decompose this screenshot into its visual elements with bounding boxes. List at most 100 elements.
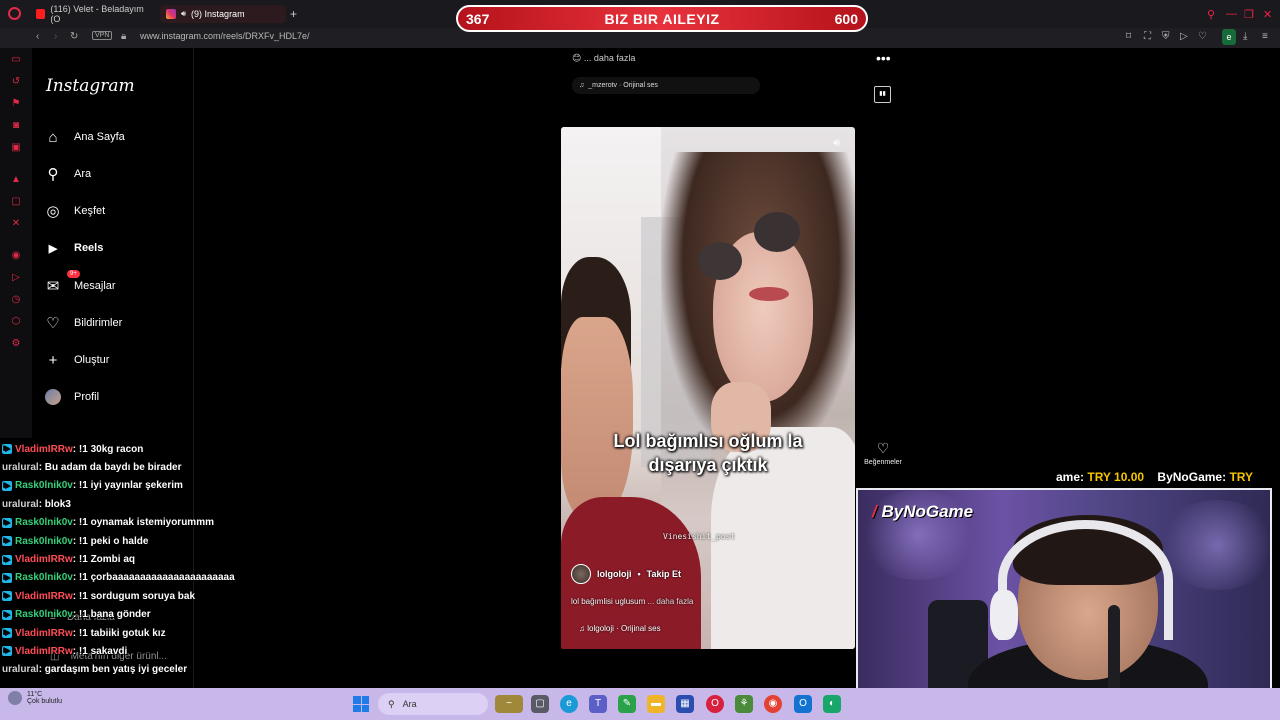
chat-message: ▶ Rask0lnik0v: !1 bana gönder (2, 606, 282, 624)
music-icon[interactable]: ◉ (10, 250, 22, 262)
boy-face (561, 317, 633, 517)
teams-icon[interactable]: T (589, 695, 607, 713)
chat-username: VladimIRRw (15, 554, 73, 566)
twitch-icon[interactable]: ▢ (10, 196, 22, 208)
volume-icon[interactable]: 🔊︎ (833, 137, 840, 150)
lock-icon[interactable]: 🔒︎ (121, 31, 126, 42)
menu-icon[interactable]: ≡ (1262, 31, 1268, 42)
back-button[interactable]: ‹ (36, 31, 39, 42)
like-label: Beğenmeler (864, 459, 902, 466)
settings-icon[interactable]: ⚙ (10, 338, 22, 350)
nav-item-explore[interactable]: ◎ Keşfet (44, 199, 105, 223)
outlook-icon[interactable]: O (794, 695, 812, 713)
opera-icon[interactable]: O (706, 695, 724, 713)
maximize-button[interactable]: ❐ (1244, 8, 1254, 21)
search-icon: ⚲ (388, 698, 395, 709)
previous-audio-tag[interactable]: ♫ _mzerotv · Orijinal ses (572, 77, 760, 94)
arc-icon[interactable]: ▲ (10, 174, 22, 186)
reel-audio[interactable]: ♫ lolgoloji · Orijinal ses (579, 624, 661, 633)
nav-item-notifications[interactable]: ♡ Bildirimler (44, 311, 122, 335)
chat-message: ▶ VladimIRRw: !1 sordugum soruya bak (2, 587, 282, 605)
nav-item-messages[interactable]: ✉ 9+ Mesajlar (44, 270, 116, 298)
search-tabs-icon[interactable]: ⚲ (1207, 8, 1215, 21)
nav-item-home[interactable]: ⌂ Ana Sayfa (44, 125, 124, 149)
description-more-link[interactable]: ... daha fazla (648, 597, 694, 606)
nav-item-create[interactable]: + Oluştur (44, 348, 110, 372)
shield-icon[interactable]: ⛨ (1162, 31, 1170, 42)
chat-text: : Bu adam da baydı be birader (38, 462, 182, 474)
chat-text: : !1 bana gönder (72, 609, 151, 621)
author-name[interactable]: lolgoloji (597, 569, 632, 579)
game-icon[interactable]: ⚘ (735, 695, 753, 713)
reel-video[interactable]: 🔊︎ Lol bağımlısı oğlum la dışarıya çıktı… (561, 127, 855, 649)
headset-earcup (990, 590, 1018, 640)
edge-icon[interactable]: e (560, 695, 578, 713)
close-window-button[interactable]: ✕ (1263, 8, 1272, 21)
start-button[interactable] (353, 696, 369, 712)
bookmark-icon[interactable]: ⌑ (1126, 31, 1131, 42)
chat-text: : !1 tabiiki gotuk kız (72, 627, 166, 639)
taskbar-search[interactable]: ⚲ Ara (378, 693, 488, 715)
chat-username: Rask0lnik0v (15, 480, 73, 492)
description-text: lol bağımlisi uglusum (571, 597, 646, 606)
chat-text: : !1 sakavdi (72, 645, 128, 657)
play-icon[interactable]: ▷ (1180, 31, 1188, 42)
previous-reel-caption[interactable]: 😊︎ ... daha fazla (572, 53, 635, 64)
search-label: Ara (402, 699, 417, 709)
more-options-button[interactable]: ••• (876, 50, 891, 66)
instagram-sidebar-icon[interactable]: ◙ (10, 120, 22, 132)
weather-widget[interactable]: 11°C Çok bulutlu (8, 691, 62, 705)
x-icon[interactable]: ✕ (10, 218, 22, 230)
snapshot-icon[interactable]: ⛶ (1144, 31, 1151, 42)
logo-slash: / (872, 502, 877, 521)
forward-button[interactable]: › (54, 31, 57, 42)
tab-youtube[interactable]: (116) Velet - Beladayım (O (30, 4, 156, 24)
bag-icon[interactable]: ⬡ (10, 316, 22, 328)
obs-icon[interactable]: ◐ (823, 695, 841, 713)
messenger-sidebar-icon[interactable]: ▣ (10, 142, 22, 154)
clock-icon[interactable]: ◷ (10, 294, 22, 306)
reel-badge-icon[interactable]: ▮▮ (874, 86, 891, 103)
nav-label: Reels (74, 242, 104, 254)
chat-message: ▶ VladimIRRw: !1 Zombi aq (2, 550, 282, 568)
like-button[interactable]: ♡ Beğenmeler (862, 440, 904, 466)
vpn-badge[interactable]: VPN (92, 31, 113, 40)
temperature: 11°C (27, 691, 43, 698)
task-view-icon[interactable]: ▢ (531, 695, 549, 713)
workspace-icon[interactable]: ▭ (10, 54, 22, 66)
player-icon[interactable]: ▷ (10, 272, 22, 284)
heart-icon: ♡ (46, 315, 60, 332)
platform-badge-icon: ▶ (2, 480, 12, 491)
heart-icon[interactable]: ♡ (1198, 31, 1207, 42)
new-tab-button[interactable]: + (290, 7, 297, 21)
chrome-icon[interactable]: ◉ (764, 695, 782, 713)
folder-icon[interactable]: ▬ (647, 695, 665, 713)
store-icon[interactable]: ▦ (676, 695, 694, 713)
app-icon[interactable]: ✎ (618, 695, 636, 713)
reel-author[interactable]: lolgoloji • Takip Et (571, 564, 681, 584)
platform-badge-icon: ▶ (2, 609, 12, 620)
aria-icon[interactable]: ⚑ (10, 98, 22, 110)
minimize-button[interactable]: — (1226, 8, 1237, 20)
reel-description[interactable]: lol bağımlisi uglusum ... daha fazla (571, 597, 693, 606)
ticker-amount: TRY (1229, 470, 1253, 484)
extension-icon[interactable]: e (1222, 29, 1236, 45)
url-field[interactable]: www.instagram.com/reels/DRXFv_HDL7e/ (140, 31, 310, 41)
chat-message: uralural: gardaşım ben yatış iyi geceler (2, 661, 282, 679)
ticker-prefix: ame: (1056, 470, 1088, 484)
nav-item-profile[interactable]: Profil (44, 385, 99, 409)
follow-button[interactable]: Takip Et (647, 569, 681, 579)
reload-button[interactable]: ↻ (70, 31, 78, 42)
widget-icon[interactable]: ~ (495, 695, 523, 713)
profile-icon-wrap (44, 388, 62, 406)
instagram-logo[interactable]: Instagram (46, 76, 135, 96)
author-avatar[interactable] (571, 564, 591, 584)
nav-item-search[interactable]: ⚲ Ara (44, 162, 92, 186)
nav-item-reels[interactable]: ▶ Reels (44, 236, 104, 260)
tab-instagram[interactable]: 🔊︎ (9) Instagram (160, 5, 286, 23)
cloud-icon (8, 691, 22, 705)
weather-text: Çok bulutlu (27, 698, 63, 705)
opera-logo-icon[interactable] (8, 7, 21, 20)
downloads-icon[interactable]: ⤓ (1243, 31, 1247, 42)
history-icon[interactable]: ↺ (10, 76, 22, 88)
